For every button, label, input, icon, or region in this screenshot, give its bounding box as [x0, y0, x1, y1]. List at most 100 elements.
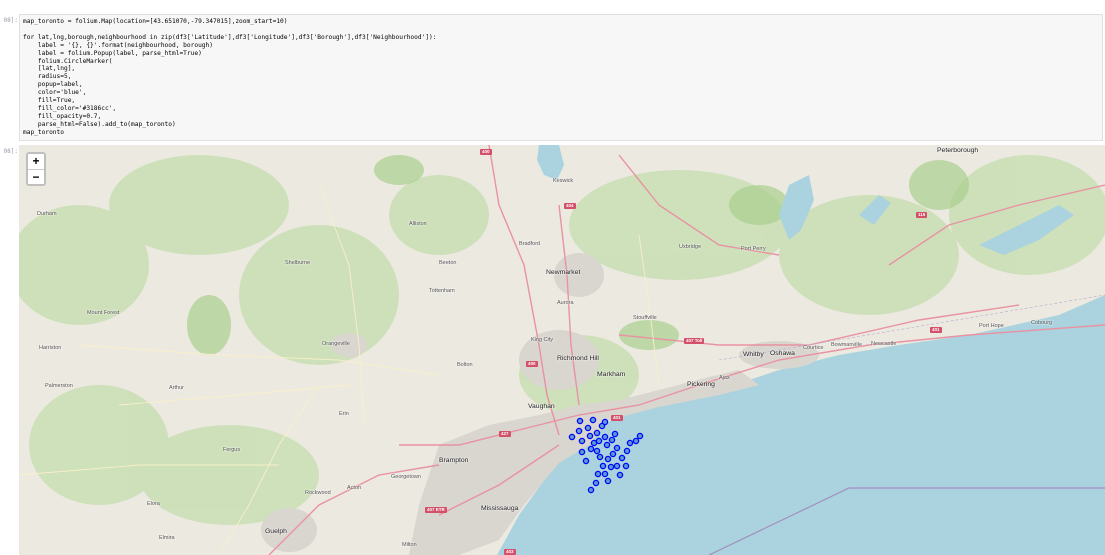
code-line: map_toronto = folium.Map(location=[43.65…: [23, 18, 288, 25]
circle-marker[interactable]: [595, 437, 603, 445]
circle-marker[interactable]: [582, 457, 590, 465]
circle-marker[interactable]: [632, 437, 640, 445]
place-label: Markham: [597, 371, 626, 378]
place-label: Uxbridge: [679, 244, 702, 250]
circle-marker[interactable]: [575, 427, 583, 435]
code-line: fill=True,: [23, 97, 76, 105]
code-line: fill_opacity=0.7,: [23, 112, 102, 120]
circle-marker[interactable]: [613, 444, 621, 452]
place-label: Ajax: [719, 375, 730, 381]
highway-shield: 400: [526, 361, 538, 367]
place-label: Newcastle: [871, 341, 897, 347]
circle-marker[interactable]: [601, 470, 609, 478]
place-label: Brampton: [439, 457, 469, 464]
place-label: Durham: [37, 211, 57, 217]
circle-marker[interactable]: [623, 447, 631, 455]
code-cell-prompt: 08]:: [3, 17, 18, 24]
circle-marker[interactable]: [576, 417, 584, 425]
circle-marker[interactable]: [592, 479, 600, 487]
circle-marker[interactable]: [604, 477, 612, 485]
highway-shield: 401: [930, 327, 942, 333]
place-label: Courtice: [803, 345, 824, 351]
circle-marker[interactable]: [584, 424, 592, 432]
circle-marker[interactable]: [613, 462, 621, 470]
circle-marker[interactable]: [607, 463, 615, 471]
highway-shield: 400: [480, 149, 492, 155]
place-label: Stouffville: [633, 315, 657, 321]
place-label: Harriston: [39, 345, 62, 351]
code-cell[interactable]: map_toronto = folium.Map(location=[43.65…: [19, 14, 1103, 141]
circle-marker[interactable]: [603, 441, 611, 449]
highway-shield: 407 Toll: [684, 338, 705, 344]
highway-shield: 403: [504, 549, 516, 555]
zoom-out-button[interactable]: −: [28, 169, 44, 184]
circle-marker[interactable]: [578, 448, 586, 456]
place-label: Aurora: [557, 300, 574, 306]
place-label: Cobourg: [1031, 320, 1053, 326]
circle-marker[interactable]: [618, 454, 626, 462]
circle-marker[interactable]: [593, 447, 601, 455]
place-label: Alliston: [409, 221, 427, 227]
circle-marker[interactable]: [596, 453, 604, 461]
code-line: popup=label,: [23, 81, 83, 89]
highway-shield: 427: [499, 431, 511, 437]
place-label: Elmira: [159, 535, 175, 541]
circle-marker[interactable]: [587, 486, 595, 494]
place-label: Richmond Hill: [557, 355, 599, 362]
place-label: Bowmanville: [831, 342, 862, 348]
place-label: Arthur: [169, 385, 184, 391]
place-label: Orangeville: [322, 341, 350, 347]
place-label: Oshawa: [770, 350, 795, 357]
place-label: Palmerston: [45, 383, 73, 389]
zoom-control[interactable]: + −: [26, 152, 46, 186]
circle-marker[interactable]: [601, 418, 609, 426]
circle-marker[interactable]: [604, 455, 612, 463]
map-tiles[interactable]: [19, 145, 1105, 555]
circle-marker[interactable]: [616, 471, 624, 479]
circle-marker[interactable]: [578, 437, 586, 445]
circle-marker[interactable]: [601, 433, 609, 441]
code-line: color='blue',: [23, 89, 87, 97]
place-label: Bradford: [519, 241, 541, 247]
highway-shield: 401: [611, 415, 623, 421]
circle-marker[interactable]: [611, 430, 619, 438]
place-label: Whitby: [743, 351, 764, 358]
place-label: Acton: [347, 485, 362, 491]
place-label: Pickering: [687, 381, 715, 388]
place-label: Georgetown: [391, 474, 421, 480]
place-label: Elora: [147, 501, 160, 507]
place-label: Tottenham: [429, 288, 455, 294]
code-line: label = folium.Popup(label, parse_html=T…: [23, 49, 202, 57]
zoom-in-button[interactable]: +: [28, 154, 44, 169]
circle-marker[interactable]: [622, 462, 630, 470]
circle-marker[interactable]: [586, 432, 594, 440]
circle-marker[interactable]: [599, 462, 607, 470]
place-label: Milton: [402, 542, 417, 548]
circle-marker[interactable]: [587, 445, 595, 453]
map-toronto[interactable]: Peterborough Durham Keswick Alliston Bradfor…: [19, 145, 1105, 555]
place-label: Shelburne: [285, 260, 311, 266]
place-label: Beeton: [439, 260, 457, 266]
output-cell-prompt: 08]:: [3, 148, 18, 155]
place-label: King City: [531, 337, 554, 343]
place-label: Erin: [339, 411, 349, 417]
circle-marker[interactable]: [608, 436, 616, 444]
place-label: Port Perry: [741, 246, 766, 252]
circle-marker[interactable]: [626, 439, 634, 447]
circle-marker[interactable]: [589, 416, 597, 424]
code-line: map_toronto: [23, 128, 64, 136]
circle-marker[interactable]: [568, 433, 576, 441]
highway-shield: 115: [916, 212, 928, 218]
code-line: label = '{}, {}'.format(neighbourhood, b…: [23, 41, 213, 49]
circle-marker[interactable]: [593, 429, 601, 437]
circle-marker[interactable]: [636, 432, 644, 440]
previous-cell-cut-off: [0, 0, 1105, 10]
circle-marker[interactable]: [594, 470, 602, 478]
place-label: Mount Forest: [87, 310, 120, 316]
circle-marker[interactable]: [609, 450, 617, 458]
place-label: Bolton: [457, 362, 473, 368]
code-editor[interactable]: map_toronto = folium.Map(location=[43.65…: [23, 18, 437, 137]
code-line: radius=5,: [23, 73, 72, 81]
code-line: parse_html=False).add_to(map_toronto): [23, 120, 176, 128]
place-label: Port Hope: [979, 323, 1004, 329]
